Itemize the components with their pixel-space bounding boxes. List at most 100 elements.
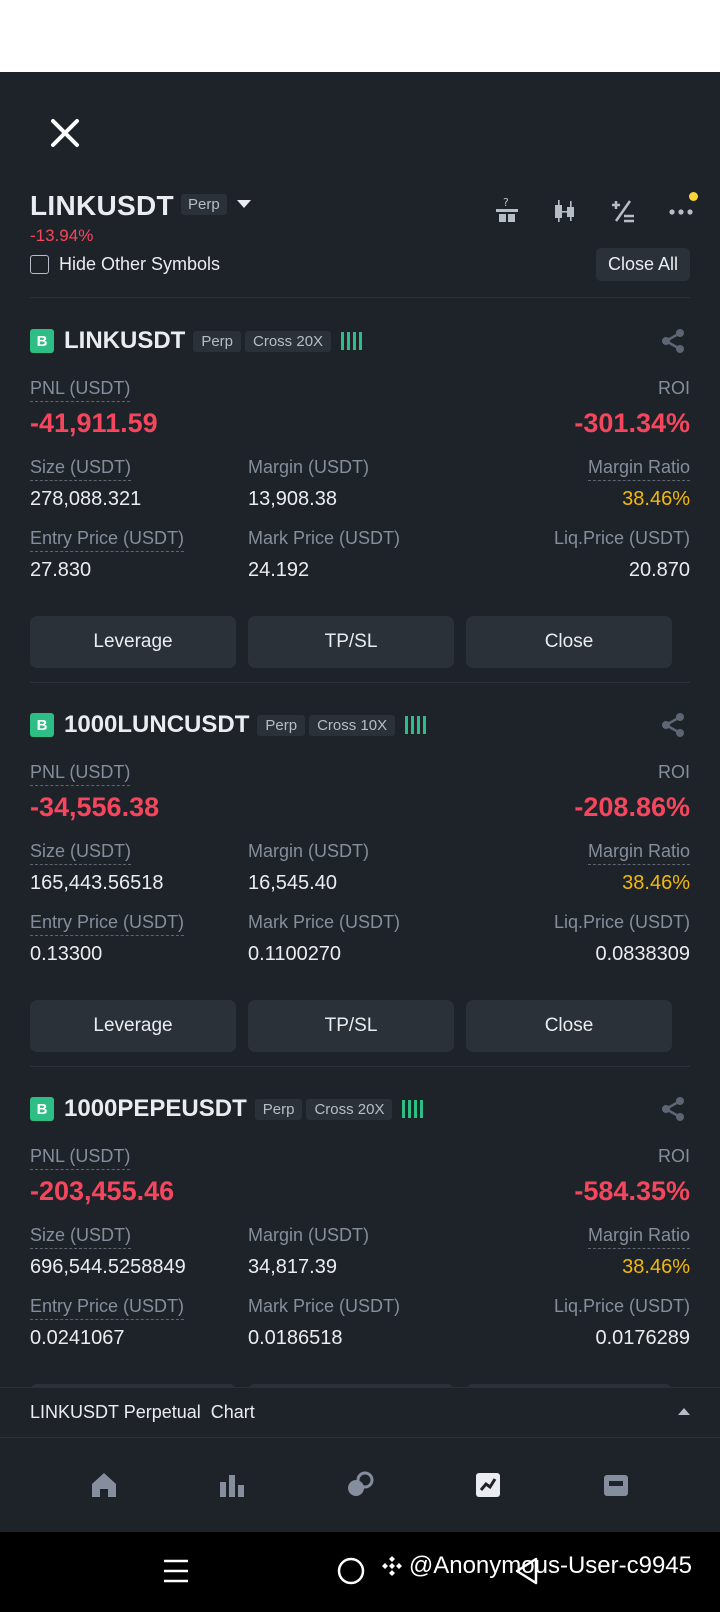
position-symbol[interactable]: 1000LUNCUSDT [64,711,249,739]
mark-price-label: Mark Price (USDT) [248,912,400,932]
mark-price-label: Mark Price (USDT) [248,528,400,548]
recent-apps-icon[interactable] [162,1558,190,1584]
mark-price-value: 0.0186518 [248,1327,343,1349]
help-icon[interactable]: ? [488,192,526,230]
entry-price-value: 0.13300 [30,943,103,965]
adl-indicator-icon [402,1100,424,1118]
svg-text:?: ? [503,196,509,209]
margin-value: 16,545.40 [248,872,337,894]
pnl-value: -34,556.38 [30,792,160,822]
roi-value: -208.86% [574,792,690,822]
chart-drawer[interactable]: LINKUSDT Perpetual Chart [0,1387,720,1437]
margin-value: 34,817.39 [248,1256,337,1278]
liq-price-value: 20.870 [628,559,690,581]
bottom-tab-bar [0,1437,720,1532]
system-navigation-bar: @Anonymous-User-c9945 [0,1532,720,1612]
futures-icon[interactable] [468,1465,508,1505]
home-icon[interactable] [84,1465,124,1505]
markets-icon[interactable] [212,1465,252,1505]
leverage-button[interactable]: Leverage [30,1000,236,1052]
pnl-label: PNL (USDT) [30,1146,131,1170]
header-toolbar: ? [488,192,700,230]
entry-price-label: Entry Price (USDT) [30,912,185,936]
notification-dot [689,192,698,201]
buy-badge: B [30,713,54,737]
divider [30,1066,690,1067]
position-symbol[interactable]: 1000PEPEUSDT [64,1095,247,1123]
margin-ratio-value: 38.46% [622,1256,690,1278]
divider [30,297,690,298]
liq-price-label: Liq.Price (USDT) [553,912,690,932]
tpsl-button[interactable]: TP/SL [248,1000,454,1052]
position-header: B 1000PEPEUSDT Perp Cross 20X [30,1094,690,1124]
margin-mode-tag[interactable]: Cross 10X [309,714,396,736]
margin-mode-tag[interactable]: Cross 20X [245,330,332,352]
perp-tag: Perp [257,714,306,736]
entry-price-label: Entry Price (USDT) [30,1296,185,1320]
watermark-text: @Anonymous-User-c9945 [408,1552,692,1579]
close-position-button[interactable]: Close [466,1000,672,1052]
divider [30,682,690,683]
margin-ratio-label: Margin Ratio [587,1225,690,1249]
position-card: B LINKUSDT Perp Cross 20X PNL (USDT) ROI… [30,326,690,686]
positions-panel: LINKUSDT Perp -13.94% ? Hide Other Symbo… [0,72,720,1532]
entry-price-value: 27.830 [30,559,92,581]
liq-price-label: Liq.Price (USDT) [553,1296,690,1316]
margin-ratio-value: 38.46% [622,872,690,894]
wallet-icon[interactable] [596,1465,636,1505]
adl-indicator-icon [405,716,427,734]
trade-icon[interactable] [340,1465,380,1505]
adl-indicator-icon [341,332,363,350]
position-symbol[interactable]: LINKUSDT [64,327,185,355]
hide-other-checkbox[interactable] [30,255,49,274]
close-all-button[interactable]: Close All [595,248,690,281]
more-icon[interactable] [662,192,700,230]
symbol-dropdown-icon[interactable] [237,200,251,208]
hide-other-label: Hide Other Symbols [59,254,221,274]
pnl-label: PNL (USDT) [30,378,131,402]
roi-value: -584.35% [574,1176,690,1206]
price-change: -13.94% [30,226,94,245]
perp-tag: Perp [181,194,227,215]
mark-price-value: 0.1100270 [248,943,342,965]
liq-price-value: 0.0176289 [595,1327,690,1349]
symbol-title[interactable]: LINKUSDT [30,190,174,222]
status-area [0,0,720,72]
hide-other-symbols-toggle[interactable]: Hide Other Symbols [30,254,220,275]
home-button-icon[interactable] [336,1556,366,1586]
mark-price-value: 24.192 [248,559,310,581]
margin-mode-tag[interactable]: Cross 20X [306,1098,393,1120]
close-icon[interactable] [48,116,82,150]
size-label: Size (USDT) [30,1225,132,1249]
close-position-button[interactable]: Close [466,616,672,668]
roi-value: -301.34% [574,408,690,438]
binance-logo-icon [381,1556,402,1576]
leverage-button[interactable]: Leverage [30,616,236,668]
pnl-value: -203,455.46 [30,1176,175,1206]
perp-tag: Perp [193,330,242,352]
share-icon[interactable] [660,1096,686,1122]
roi-label: ROI [657,762,690,782]
candlestick-icon[interactable] [546,192,584,230]
position-header: B 1000LUNCUSDT Perp Cross 10X [30,710,690,740]
size-label: Size (USDT) [30,457,132,481]
margin-label: Margin (USDT) [248,457,370,477]
share-icon[interactable] [660,712,686,738]
share-icon[interactable] [660,328,686,354]
liq-price-value: 0.0838309 [595,943,690,965]
margin-ratio-value: 38.46% [622,488,690,510]
perp-tag: Perp [254,1098,303,1120]
size-value: 165,443.56518 [30,872,164,894]
buy-badge: B [30,329,54,353]
pnl-label: PNL (USDT) [30,762,131,786]
margin-label: Margin (USDT) [248,841,370,861]
mark-price-label: Mark Price (USDT) [248,1296,400,1316]
size-label: Size (USDT) [30,841,132,865]
calculator-icon[interactable] [604,192,642,230]
chevron-up-icon[interactable] [678,1408,690,1415]
entry-price-label: Entry Price (USDT) [30,528,185,552]
buy-badge: B [30,1097,54,1121]
tpsl-button[interactable]: TP/SL [248,616,454,668]
margin-ratio-label: Margin Ratio [587,841,690,865]
roi-label: ROI [657,1146,690,1166]
